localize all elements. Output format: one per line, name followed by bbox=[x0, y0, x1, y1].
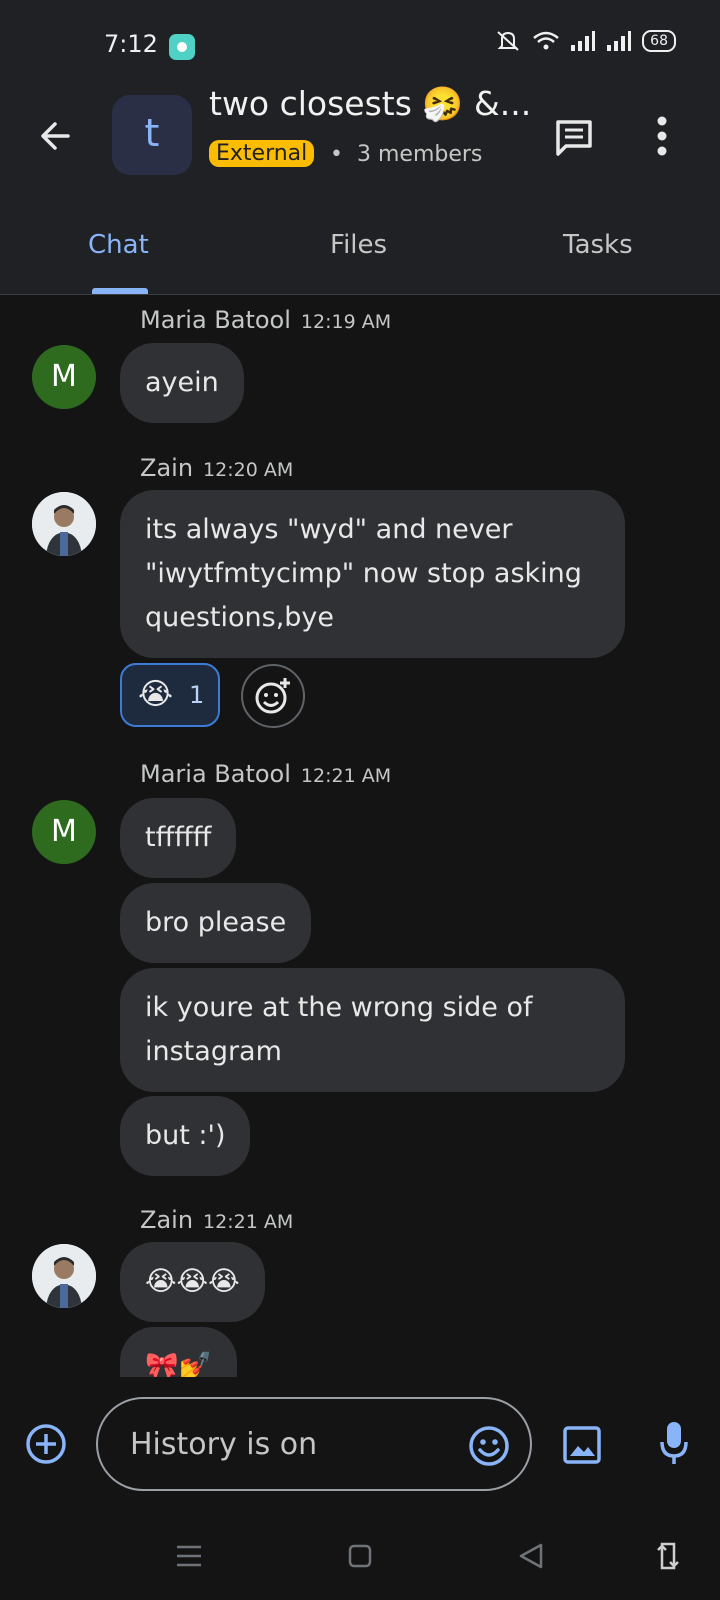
app-notification-icon bbox=[169, 34, 195, 60]
recents-menu-icon[interactable] bbox=[176, 1544, 202, 1568]
message-bubble[interactable]: tffffff bbox=[120, 798, 237, 878]
message-bubble[interactable]: its always "wyd" and never "iwytfmtycimp… bbox=[120, 490, 625, 658]
message-header: Maria Batool 12:21 AM bbox=[140, 760, 391, 788]
sender-name: Maria Batool bbox=[140, 306, 291, 334]
wifi-icon bbox=[533, 31, 559, 50]
mute-icon bbox=[497, 31, 519, 51]
add-reaction-button[interactable] bbox=[241, 664, 305, 728]
battery-indicator: 68 bbox=[642, 30, 676, 52]
message-bubble[interactable]: 😭😭😭 bbox=[120, 1242, 265, 1322]
tab-files[interactable]: Files bbox=[330, 230, 387, 260]
clipped-message-area: 🎀💅 bbox=[0, 1327, 720, 1377]
message-input-placeholder: History is on bbox=[130, 1427, 318, 1462]
sender-name: Zain bbox=[140, 1206, 194, 1234]
message-bubble[interactable]: but :') bbox=[120, 1096, 251, 1176]
avatar[interactable] bbox=[32, 1244, 96, 1308]
active-tab-indicator bbox=[92, 288, 148, 294]
external-badge: External bbox=[209, 140, 315, 167]
message-bubble[interactable]: ik youre at the wrong side of instagram bbox=[120, 968, 625, 1092]
member-separator: • bbox=[330, 142, 343, 167]
message-bubble[interactable]: 🎀💅 bbox=[120, 1327, 238, 1377]
add-emoji-icon bbox=[255, 678, 290, 714]
top-app-bar: 7:12 68 t two closests 🤧 &... External •… bbox=[0, 0, 720, 295]
emoji-icon[interactable] bbox=[468, 1425, 510, 1467]
message-time: 12:21 AM bbox=[300, 765, 392, 787]
reaction-count: 1 bbox=[189, 681, 205, 709]
avatar[interactable]: M bbox=[32, 345, 96, 409]
message-time: 12:21 AM bbox=[203, 1211, 294, 1233]
tab-chat[interactable]: Chat bbox=[88, 230, 149, 260]
reaction-chip[interactable]: 😭 1 bbox=[120, 663, 220, 727]
message-header: Maria Batool 12:19 AM bbox=[140, 306, 391, 334]
back-arrow-icon[interactable] bbox=[36, 116, 76, 156]
system-navigation-bar bbox=[0, 1520, 720, 1600]
message-bubble[interactable]: bro please bbox=[120, 883, 312, 963]
member-count-label: 3 members bbox=[356, 142, 483, 167]
status-time: 7:12 bbox=[104, 30, 158, 58]
tab-tasks[interactable]: Tasks bbox=[563, 230, 633, 260]
image-icon[interactable] bbox=[563, 1426, 601, 1464]
threads-icon[interactable] bbox=[554, 118, 594, 158]
message-time: 12:20 AM bbox=[203, 459, 294, 481]
back-nav-icon[interactable] bbox=[518, 1542, 544, 1570]
status-icons: 68 bbox=[494, 30, 676, 52]
status-bar: 7:12 68 bbox=[0, 26, 720, 66]
message-bubble[interactable]: ayein bbox=[120, 343, 244, 423]
add-attachment-icon[interactable] bbox=[25, 1423, 67, 1465]
avatar[interactable] bbox=[32, 492, 96, 556]
message-input[interactable]: History is on bbox=[96, 1397, 532, 1491]
message-time: 12:19 AM bbox=[300, 311, 392, 333]
room-avatar[interactable]: t bbox=[112, 95, 192, 175]
signal-icon-1 bbox=[571, 31, 596, 51]
avatar[interactable]: M bbox=[32, 800, 96, 864]
home-icon[interactable] bbox=[348, 1544, 372, 1568]
sender-name: Zain bbox=[140, 454, 194, 482]
microphone-icon[interactable] bbox=[660, 1420, 688, 1466]
rotate-screen-icon[interactable] bbox=[656, 1540, 680, 1572]
member-count[interactable]: • 3 members bbox=[330, 142, 482, 167]
reaction-emoji: 😭 bbox=[138, 677, 174, 712]
sender-name: Maria Batool bbox=[140, 760, 291, 788]
signal-icon-2 bbox=[607, 31, 632, 51]
message-header: Zain 12:20 AM bbox=[140, 454, 293, 482]
room-title[interactable]: two closests 🤧 &... bbox=[209, 84, 531, 124]
more-options-icon[interactable] bbox=[656, 116, 668, 156]
message-header: Zain 12:21 AM bbox=[140, 1206, 293, 1234]
